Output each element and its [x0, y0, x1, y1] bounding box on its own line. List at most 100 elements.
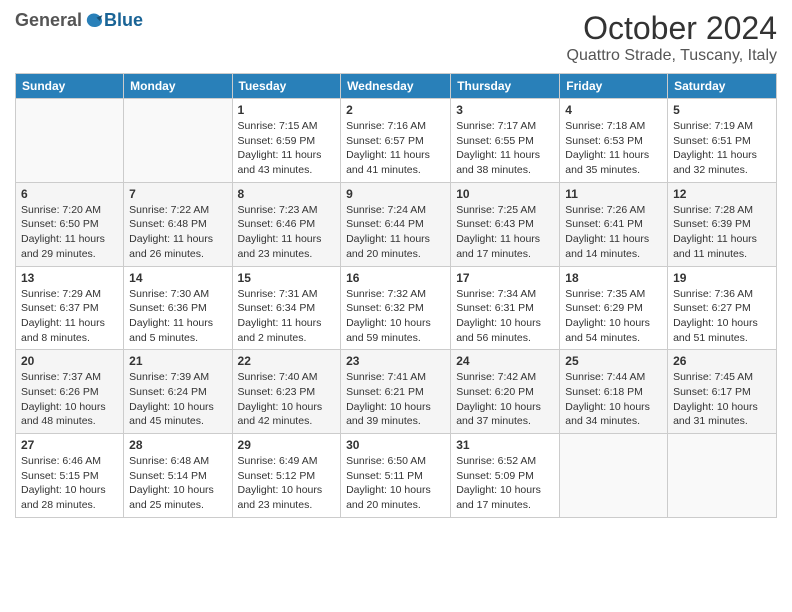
day-of-week-header: Friday	[560, 74, 668, 99]
day-number: 4	[565, 103, 662, 117]
calendar-cell: 27 Sunrise: 6:46 AMSunset: 5:15 PMDayligh…	[16, 434, 124, 518]
logo: General Blue	[15, 10, 143, 31]
day-info: Sunrise: 7:31 AMSunset: 6:34 PMDaylight:…	[238, 287, 336, 346]
day-number: 2	[346, 103, 445, 117]
day-info: Sunrise: 7:16 AMSunset: 6:57 PMDaylight:…	[346, 119, 445, 178]
day-number: 10	[456, 187, 554, 201]
day-info: Sunrise: 7:45 AMSunset: 6:17 PMDaylight:…	[673, 370, 771, 429]
calendar-cell: 5 Sunrise: 7:19 AMSunset: 6:51 PMDaylight…	[668, 99, 777, 183]
calendar-week-row: 1 Sunrise: 7:15 AMSunset: 6:59 PMDaylight…	[16, 99, 777, 183]
day-info: Sunrise: 7:37 AMSunset: 6:26 PMDaylight:…	[21, 370, 118, 429]
day-number: 3	[456, 103, 554, 117]
calendar-cell: 17 Sunrise: 7:34 AMSunset: 6:31 PMDayligh…	[451, 266, 560, 350]
location-title: Quattro Strade, Tuscany, Italy	[567, 47, 777, 65]
day-number: 30	[346, 438, 445, 452]
calendar-cell: 25 Sunrise: 7:44 AMSunset: 6:18 PMDayligh…	[560, 350, 668, 434]
day-info: Sunrise: 7:40 AMSunset: 6:23 PMDaylight:…	[238, 370, 336, 429]
calendar-cell: 6Sunrise: 7:20 AMSunset: 6:50 PMDaylight…	[16, 182, 124, 266]
day-number: 8	[238, 187, 336, 201]
calendar-cell: 1 Sunrise: 7:15 AMSunset: 6:59 PMDaylight…	[232, 99, 341, 183]
day-info: Sunrise: 7:39 AMSunset: 6:24 PMDaylight:…	[129, 370, 226, 429]
day-of-week-header: Thursday	[451, 74, 560, 99]
calendar-table: SundayMondayTuesdayWednesdayThursdayFrid…	[15, 73, 777, 518]
calendar-cell: 13Sunrise: 7:29 AMSunset: 6:37 PMDayligh…	[16, 266, 124, 350]
day-info: Sunrise: 7:17 AMSunset: 6:55 PMDaylight:…	[456, 119, 554, 178]
day-info: Sunrise: 6:48 AMSunset: 5:14 PMDaylight:…	[129, 454, 226, 513]
day-number: 16	[346, 271, 445, 285]
calendar-cell: 22 Sunrise: 7:40 AMSunset: 6:23 PMDayligh…	[232, 350, 341, 434]
day-number: 27	[21, 438, 118, 452]
calendar-week-row: 6Sunrise: 7:20 AMSunset: 6:50 PMDaylight…	[16, 182, 777, 266]
calendar-cell: 8 Sunrise: 7:23 AMSunset: 6:46 PMDaylight…	[232, 182, 341, 266]
calendar-cell: 30 Sunrise: 6:50 AMSunset: 5:11 PMDayligh…	[341, 434, 451, 518]
day-number: 15	[238, 271, 336, 285]
day-number: 19	[673, 271, 771, 285]
day-number: 23	[346, 354, 445, 368]
calendar-cell	[16, 99, 124, 183]
calendar-cell: 2 Sunrise: 7:16 AMSunset: 6:57 PMDaylight…	[341, 99, 451, 183]
day-info: Sunrise: 7:28 AMSunset: 6:39 PMDaylight:…	[673, 203, 771, 262]
day-info: Sunrise: 7:19 AMSunset: 6:51 PMDaylight:…	[673, 119, 771, 178]
day-info: Sunrise: 7:41 AMSunset: 6:21 PMDaylight:…	[346, 370, 445, 429]
day-of-week-header: Wednesday	[341, 74, 451, 99]
day-number: 9	[346, 187, 445, 201]
day-number: 25	[565, 354, 662, 368]
calendar-cell: 29Sunrise: 6:49 AMSunset: 5:12 PMDayligh…	[232, 434, 341, 518]
day-info: Sunrise: 6:46 AMSunset: 5:15 PMDaylight:…	[21, 454, 118, 513]
calendar-week-row: 20Sunrise: 7:37 AMSunset: 6:26 PMDayligh…	[16, 350, 777, 434]
day-info: Sunrise: 7:24 AMSunset: 6:44 PMDaylight:…	[346, 203, 445, 262]
calendar-cell: 15 Sunrise: 7:31 AMSunset: 6:34 PMDayligh…	[232, 266, 341, 350]
calendar-cell: 9 Sunrise: 7:24 AMSunset: 6:44 PMDaylight…	[341, 182, 451, 266]
day-number: 26	[673, 354, 771, 368]
day-number: 22	[238, 354, 336, 368]
day-info: Sunrise: 7:18 AMSunset: 6:53 PMDaylight:…	[565, 119, 662, 178]
day-number: 5	[673, 103, 771, 117]
calendar-cell: 19 Sunrise: 7:36 AMSunset: 6:27 PMDayligh…	[668, 266, 777, 350]
calendar-cell	[560, 434, 668, 518]
day-number: 17	[456, 271, 554, 285]
day-info: Sunrise: 7:23 AMSunset: 6:46 PMDaylight:…	[238, 203, 336, 262]
day-info: Sunrise: 7:42 AMSunset: 6:20 PMDaylight:…	[456, 370, 554, 429]
page-header: General Blue October 2024 Quattro Strade…	[15, 10, 777, 65]
day-info: Sunrise: 7:25 AMSunset: 6:43 PMDaylight:…	[456, 203, 554, 262]
logo-icon	[84, 11, 104, 31]
day-info: Sunrise: 7:34 AMSunset: 6:31 PMDaylight:…	[456, 287, 554, 346]
day-info: Sunrise: 7:36 AMSunset: 6:27 PMDaylight:…	[673, 287, 771, 346]
calendar-cell: 10 Sunrise: 7:25 AMSunset: 6:43 PMDayligh…	[451, 182, 560, 266]
day-number: 7	[129, 187, 226, 201]
calendar-cell: 20Sunrise: 7:37 AMSunset: 6:26 PMDayligh…	[16, 350, 124, 434]
day-info: Sunrise: 6:49 AMSunset: 5:12 PMDaylight:…	[238, 454, 336, 513]
day-info: Sunrise: 7:44 AMSunset: 6:18 PMDaylight:…	[565, 370, 662, 429]
day-info: Sunrise: 7:30 AMSunset: 6:36 PMDaylight:…	[129, 287, 226, 346]
calendar-header-row: SundayMondayTuesdayWednesdayThursdayFrid…	[16, 74, 777, 99]
calendar-cell: 24 Sunrise: 7:42 AMSunset: 6:20 PMDayligh…	[451, 350, 560, 434]
calendar-cell: 4 Sunrise: 7:18 AMSunset: 6:53 PMDaylight…	[560, 99, 668, 183]
logo-general: General	[15, 10, 82, 31]
day-info: Sunrise: 7:22 AMSunset: 6:48 PMDaylight:…	[129, 203, 226, 262]
day-of-week-header: Monday	[124, 74, 232, 99]
day-info: Sunrise: 6:50 AMSunset: 5:11 PMDaylight:…	[346, 454, 445, 513]
calendar-cell: 12 Sunrise: 7:28 AMSunset: 6:39 PMDayligh…	[668, 182, 777, 266]
calendar-cell: 21 Sunrise: 7:39 AMSunset: 6:24 PMDayligh…	[124, 350, 232, 434]
calendar-week-row: 27 Sunrise: 6:46 AMSunset: 5:15 PMDayligh…	[16, 434, 777, 518]
day-number: 18	[565, 271, 662, 285]
logo-blue: Blue	[104, 10, 143, 31]
day-number: 1	[238, 103, 336, 117]
day-number: 13	[21, 271, 118, 285]
day-number: 24	[456, 354, 554, 368]
day-of-week-header: Sunday	[16, 74, 124, 99]
calendar-cell: 3 Sunrise: 7:17 AMSunset: 6:55 PMDaylight…	[451, 99, 560, 183]
day-info: Sunrise: 7:15 AMSunset: 6:59 PMDaylight:…	[238, 119, 336, 178]
day-info: Sunrise: 7:35 AMSunset: 6:29 PMDaylight:…	[565, 287, 662, 346]
day-number: 28	[129, 438, 226, 452]
day-number: 31	[456, 438, 554, 452]
day-number: 21	[129, 354, 226, 368]
day-number: 6	[21, 187, 118, 201]
day-number: 12	[673, 187, 771, 201]
calendar-cell: 11 Sunrise: 7:26 AMSunset: 6:41 PMDayligh…	[560, 182, 668, 266]
calendar-cell	[124, 99, 232, 183]
day-info: Sunrise: 7:26 AMSunset: 6:41 PMDaylight:…	[565, 203, 662, 262]
calendar-cell: 26 Sunrise: 7:45 AMSunset: 6:17 PMDayligh…	[668, 350, 777, 434]
calendar-cell	[668, 434, 777, 518]
day-number: 11	[565, 187, 662, 201]
